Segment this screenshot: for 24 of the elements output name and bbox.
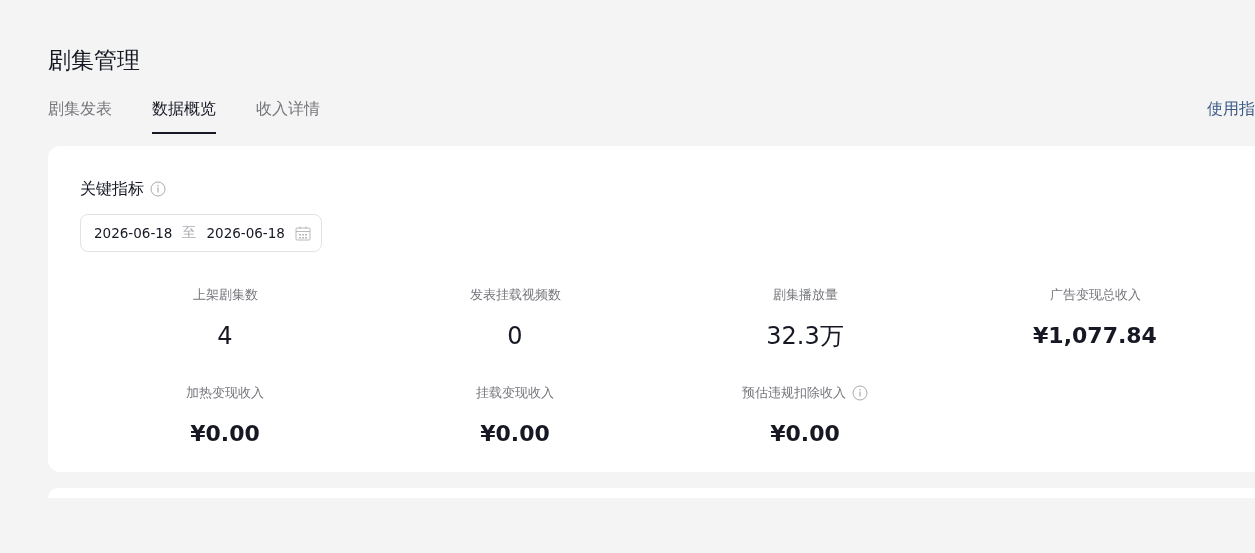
metric-value: ¥0.00	[480, 420, 550, 448]
section-title: 关键指标	[80, 178, 144, 200]
metric-label: 挂载变现收入	[476, 384, 554, 402]
tab[interactable]: 数据概览	[152, 98, 216, 134]
tab[interactable]: 收入详情	[256, 98, 320, 134]
metric-label: 上架剧集数	[192, 286, 258, 304]
metric-value: ¥0.00	[190, 420, 260, 448]
metric-value: ¥1,077.84	[1033, 322, 1157, 350]
metric-value: 4	[217, 321, 233, 352]
metric-value: 32.3万	[766, 321, 844, 352]
info-icon[interactable]	[150, 181, 166, 197]
info-icon[interactable]	[852, 385, 868, 401]
page-title: 剧集管理	[48, 46, 141, 75]
metric-label: 预估违规扣除收入	[742, 384, 846, 402]
calendar-icon	[294, 225, 311, 241]
date-range-picker[interactable]: 2026-06-18 至 2026-06-18	[80, 214, 322, 252]
tab[interactable]: 剧集发表	[48, 98, 112, 134]
guide-link[interactable]: 使用指	[1207, 98, 1255, 120]
metric-value: 0	[507, 321, 523, 352]
metric-label: 剧集播放量	[772, 286, 838, 304]
metric-value: ¥0.00	[770, 420, 840, 448]
metric-label: 加热变现收入	[186, 384, 264, 402]
metric-label: 发表挂载视频数	[469, 286, 561, 304]
metric-label: 广告变现总收入	[1049, 286, 1141, 304]
